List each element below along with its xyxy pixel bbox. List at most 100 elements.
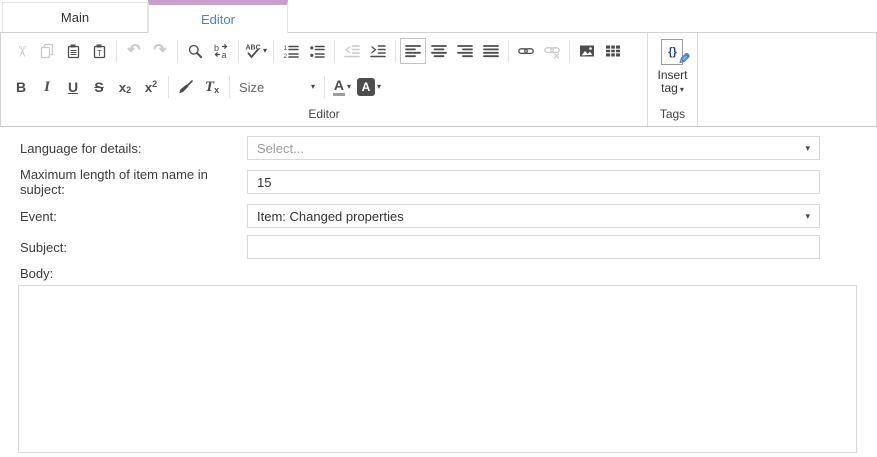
- ribbon-toolbar: ✂ T ↶ ↷ ba ABC 12 B I U Sx2 x2 Tx Size AA Editor {} I…: [0, 32, 877, 127]
- find-button[interactable]: [182, 38, 208, 64]
- background-color-icon: A: [357, 78, 375, 96]
- remove-format-button[interactable]: Tx: [199, 74, 225, 100]
- superscript-icon: x2: [145, 80, 157, 95]
- tab-editor[interactable]: Editor: [148, 0, 288, 33]
- tab-main-label: Main: [61, 10, 89, 25]
- chevron-down-icon: [347, 83, 351, 91]
- brush-icon: [178, 79, 194, 95]
- paste-text-button[interactable]: T: [86, 38, 112, 64]
- font-size-select[interactable]: Size: [234, 74, 320, 100]
- toolbar-divider: [508, 40, 509, 62]
- outdent-icon: [344, 43, 360, 59]
- align-center-button[interactable]: [426, 38, 452, 64]
- toolbar-divider: [569, 40, 570, 62]
- toolbar-row-1: ✂ T ↶ ↷ ba ABC 12: [1, 34, 647, 68]
- format-painter-button[interactable]: [173, 74, 199, 100]
- tags-group: {} Insert tag Tags: [648, 33, 697, 126]
- body-textarea[interactable]: [18, 285, 857, 453]
- toolbar-divider: [177, 40, 178, 62]
- tags-group-label: Tags: [648, 107, 697, 126]
- unlink-button[interactable]: [539, 38, 565, 64]
- svg-text:T: T: [97, 49, 102, 58]
- unlink-icon: [544, 43, 560, 59]
- insert-tag-button[interactable]: {} Insert tag: [657, 39, 687, 95]
- image-icon: [579, 43, 595, 59]
- insert-link-button[interactable]: [513, 38, 539, 64]
- toolbar-row-2: B I U Sx2 x2 Tx Size AA: [1, 68, 647, 106]
- toolbar-divider: [116, 40, 117, 62]
- redo-icon: ↷: [153, 43, 166, 59]
- chevron-down-icon: [805, 212, 810, 221]
- indent-icon: [370, 43, 386, 59]
- cut-button[interactable]: ✂: [8, 38, 34, 64]
- field-label: Body:: [20, 266, 877, 281]
- bullet-list-button[interactable]: [304, 38, 330, 64]
- toolbar-divider: [229, 76, 230, 98]
- bullist-icon: [309, 43, 325, 59]
- svg-text:b: b: [214, 43, 219, 53]
- field-label: Maximum length of item name in subject:: [20, 167, 247, 197]
- copy-icon: [39, 43, 55, 59]
- form-row-event: Event: Item: Changed properties: [20, 204, 877, 228]
- redo-button[interactable]: ↷: [147, 38, 173, 64]
- font-size-value: Size: [239, 80, 309, 95]
- form-row-language: Language for details: Select...: [20, 136, 877, 160]
- italic-icon: I: [44, 80, 50, 95]
- chevron-down-icon: [377, 83, 381, 91]
- spell-check-button[interactable]: ABC: [243, 38, 269, 64]
- bold-icon: B: [16, 80, 26, 94]
- increase-indent-button[interactable]: [365, 38, 391, 64]
- toolbar-divider: [273, 40, 274, 62]
- background-color-button[interactable]: A: [355, 74, 383, 100]
- align-right-icon: [457, 43, 473, 59]
- align-left-button[interactable]: [400, 38, 426, 64]
- align-justify-button[interactable]: [478, 38, 504, 64]
- editor-group-label: Editor: [1, 107, 647, 126]
- strikethrough-icon: S: [94, 80, 103, 94]
- field-label: Subject:: [20, 240, 247, 255]
- form-row-subject: Subject:: [20, 235, 877, 259]
- tab-main[interactable]: Main: [2, 2, 148, 32]
- subscript-button[interactable]: x2: [112, 74, 138, 100]
- select-placeholder: Select...: [257, 141, 805, 156]
- subscript-icon: x2: [119, 80, 131, 95]
- cut-icon: ✂: [13, 45, 28, 58]
- align-justify-icon: [483, 43, 499, 59]
- insert-image-button[interactable]: [574, 38, 600, 64]
- insert-table-button[interactable]: [600, 38, 626, 64]
- replace-button[interactable]: ba: [208, 38, 234, 64]
- max-length-input[interactable]: [247, 170, 820, 194]
- paste-button[interactable]: [60, 38, 86, 64]
- superscript-button[interactable]: x2: [138, 74, 164, 100]
- spellcheck-icon: ABC: [245, 43, 261, 59]
- field-label: Language for details:: [20, 141, 247, 156]
- subject-input[interactable]: [247, 235, 820, 259]
- align-right-button[interactable]: [452, 38, 478, 64]
- strikethrough-button[interactable]: S: [86, 74, 112, 100]
- chevron-down-icon: [680, 85, 684, 94]
- bold-button[interactable]: B: [8, 74, 34, 100]
- form-row-max-length: Maximum length of item name in subject:: [20, 167, 877, 197]
- text-color-button[interactable]: A: [329, 74, 355, 100]
- language-select[interactable]: Select...: [247, 136, 820, 160]
- tab-bar: Main Editor: [0, 0, 877, 32]
- settings-form: Language for details: Select... Maximum …: [20, 136, 877, 259]
- decrease-indent-button[interactable]: [339, 38, 365, 64]
- pencil-icon: [678, 50, 691, 68]
- copy-button[interactable]: [34, 38, 60, 64]
- editor-group: ✂ T ↶ ↷ ba ABC 12 B I U Sx2 x2 Tx Size AA Editor: [1, 33, 647, 126]
- svg-text:ABC: ABC: [246, 45, 261, 52]
- field-label: Event:: [20, 209, 247, 224]
- underline-icon: U: [68, 80, 78, 94]
- event-select[interactable]: Item: Changed properties: [247, 204, 820, 228]
- text-color-icon: A: [333, 78, 345, 96]
- undo-button[interactable]: ↶: [121, 38, 147, 64]
- numbered-list-button[interactable]: 12: [278, 38, 304, 64]
- numlist-icon: 12: [283, 43, 299, 59]
- underline-button[interactable]: U: [60, 74, 86, 100]
- insert-tag-label: Insert tag: [657, 69, 687, 95]
- chevron-down-icon: [805, 144, 810, 153]
- italic-button[interactable]: I: [34, 74, 60, 100]
- remove-format-icon: Tx: [205, 80, 219, 95]
- svg-text:a: a: [222, 50, 227, 59]
